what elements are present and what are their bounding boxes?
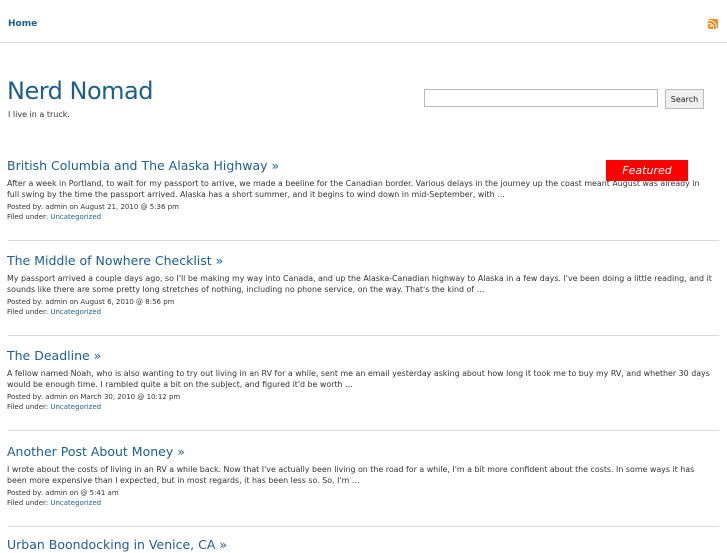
category-link[interactable]: Uncategorized — [50, 213, 101, 221]
post-byline: Posted by: admin on August 6, 2010 @ 8:5… — [7, 298, 175, 306]
post-title-link[interactable]: British Columbia and The Alaska Highway … — [7, 158, 279, 174]
rss-icon[interactable] — [708, 19, 718, 29]
search-input[interactable] — [424, 89, 658, 107]
post-filed-under: Filed under: Uncategorized — [7, 308, 101, 317]
post-title-link[interactable]: Another Post About Money » — [7, 444, 185, 460]
post-filed-under: Filed under: Uncategorized — [7, 403, 101, 412]
category-link[interactable]: Uncategorized — [50, 499, 101, 507]
post-title-link[interactable]: The Deadline » — [7, 348, 101, 364]
site-title[interactable]: Nerd Nomad — [7, 76, 153, 106]
nav-home-link[interactable]: Home — [8, 19, 37, 29]
post-byline: Posted by: admin on @ 5:41 am — [7, 489, 119, 497]
post-excerpt: My passport arrived a couple days ago, s… — [7, 274, 712, 294]
rss-dot — [710, 25, 712, 27]
top-navigation-bar: Home — [0, 0, 727, 43]
post-excerpt: After a week in Portland, to wait for my… — [7, 179, 700, 199]
post-excerpt: I wrote about the costs of living in an … — [7, 465, 695, 485]
post-divider — [8, 526, 719, 527]
category-link[interactable]: Uncategorized — [50, 403, 101, 411]
post-title-link[interactable]: Urban Boondocking in Venice, CA » — [7, 537, 227, 553]
search-button[interactable]: Search — [665, 89, 704, 109]
post-divider — [8, 430, 719, 431]
post-divider — [8, 240, 719, 241]
post-byline: Posted by: admin on March 30, 2010 @ 10:… — [7, 393, 181, 401]
filed-under-label: Filed under: — [7, 403, 49, 411]
category-link[interactable]: Uncategorized — [50, 308, 101, 316]
post-title-link[interactable]: The Middle of Nowhere Checklist » — [7, 253, 223, 269]
post-excerpt: A fellow named Noah, who is also wanting… — [7, 369, 710, 389]
featured-badge: Featured — [606, 160, 688, 181]
post-filed-under: Filed under: Uncategorized — [7, 499, 101, 508]
site-tagline: I live in a truck. — [8, 110, 70, 119]
post-byline: Posted by: admin on August 21, 2010 @ 5:… — [7, 203, 179, 211]
post-filed-under: Filed under: Uncategorized — [7, 213, 101, 222]
post-divider — [8, 335, 719, 336]
filed-under-label: Filed under: — [7, 213, 49, 221]
filed-under-label: Filed under: — [7, 499, 49, 507]
filed-under-label: Filed under: — [7, 308, 49, 316]
